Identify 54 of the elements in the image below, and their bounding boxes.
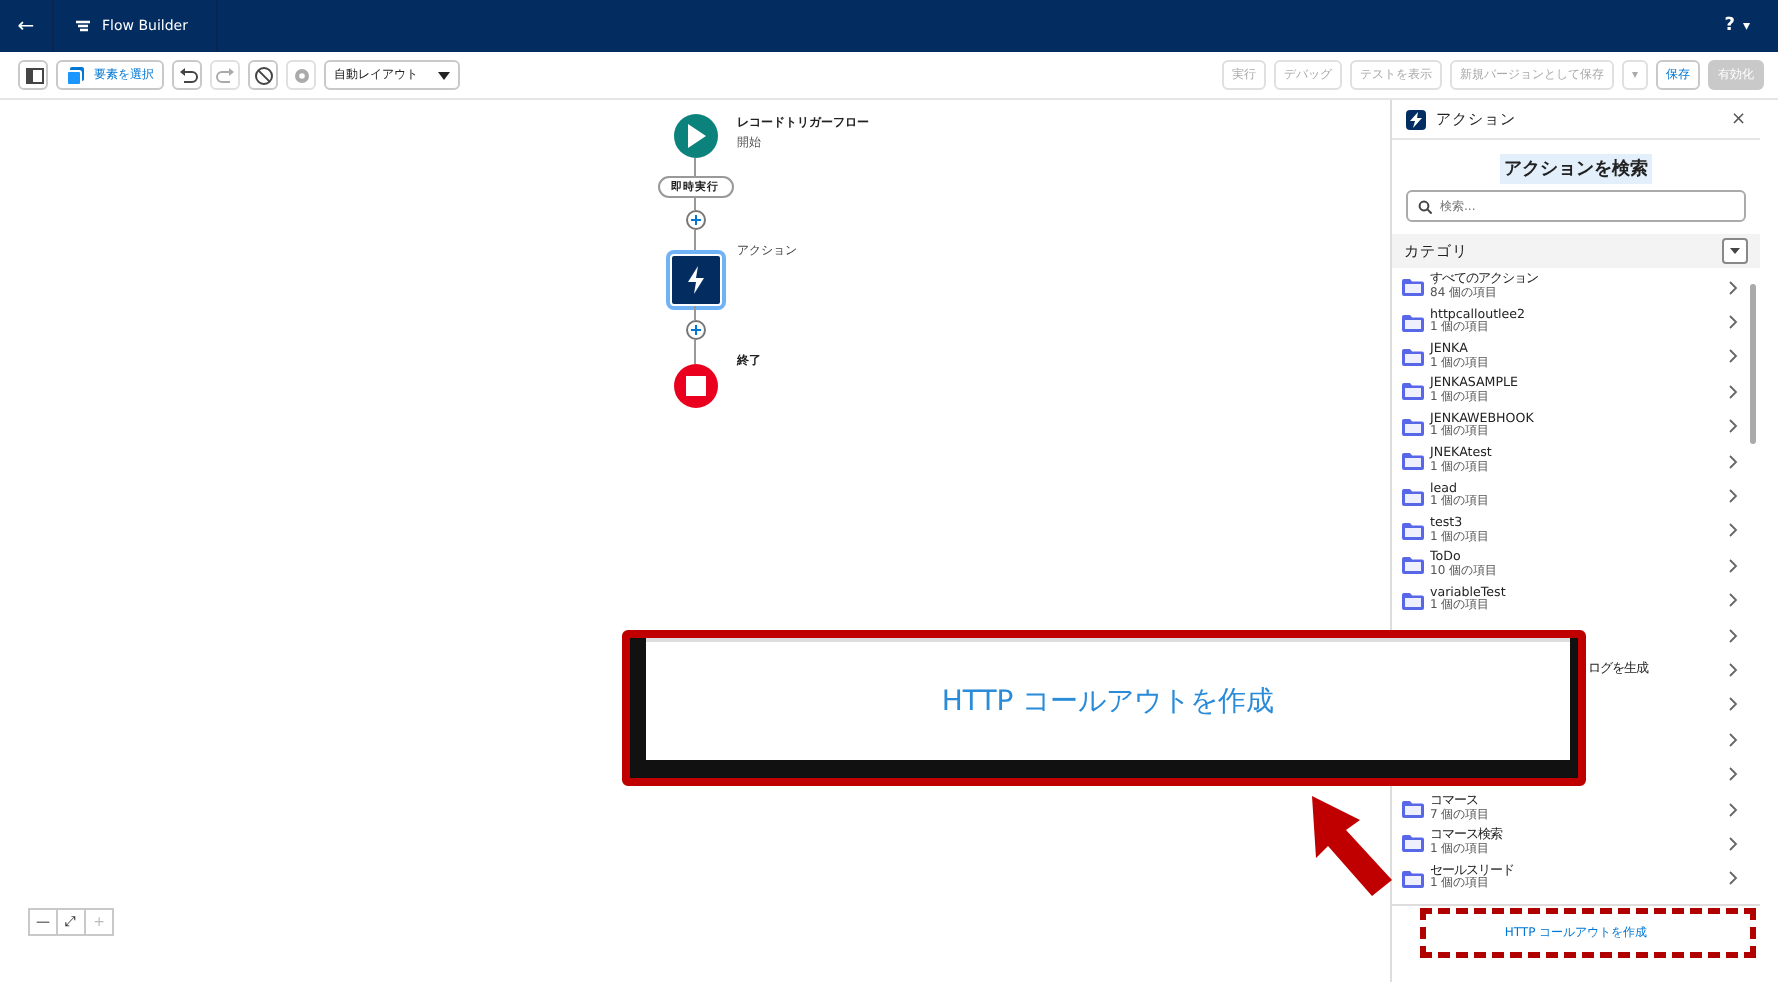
chevron-icon bbox=[1728, 279, 1738, 296]
toolbar-button[interactable] bbox=[248, 60, 278, 90]
toolbar-button[interactable] bbox=[172, 60, 202, 90]
flow-icon bbox=[74, 18, 92, 34]
folder-icon bbox=[1402, 834, 1424, 853]
redo-icon bbox=[215, 65, 235, 85]
folder-icon bbox=[1402, 347, 1424, 366]
stop-icon bbox=[685, 376, 705, 396]
caret-icon bbox=[438, 71, 450, 79]
folder-icon bbox=[1402, 313, 1424, 332]
chevron-icon bbox=[1728, 557, 1738, 574]
panel-toggle-icon bbox=[23, 65, 43, 85]
folder-icon bbox=[1402, 452, 1424, 471]
folder-icon bbox=[1402, 487, 1424, 506]
chevron-icon bbox=[1728, 592, 1738, 609]
chevron-icon bbox=[1728, 731, 1738, 748]
category-dropdown-button[interactable] bbox=[1722, 238, 1748, 264]
folder-icon bbox=[1402, 382, 1424, 401]
chevron-icon bbox=[1728, 418, 1738, 435]
add-element-button[interactable] bbox=[685, 210, 705, 230]
folder-icon bbox=[1402, 417, 1424, 436]
chevron-icon bbox=[1728, 870, 1738, 887]
prohibited-icon bbox=[253, 65, 273, 85]
folder-icon bbox=[1402, 800, 1424, 819]
search-heading: アクションを検索 bbox=[1500, 154, 1652, 184]
folder-icon bbox=[1402, 521, 1424, 540]
undo-icon bbox=[177, 65, 197, 85]
caret-icon bbox=[1730, 248, 1740, 254]
stacked-squares-icon bbox=[66, 65, 86, 85]
folder-icon bbox=[1402, 556, 1424, 575]
lightning-icon bbox=[1406, 109, 1426, 129]
callout-text: HTTP コールアウトを作成 bbox=[941, 683, 1275, 719]
search-icon bbox=[1418, 199, 1432, 213]
chevron-icon bbox=[1728, 696, 1738, 713]
close-button[interactable]: × bbox=[1730, 109, 1746, 129]
chevron-icon bbox=[1728, 766, 1738, 783]
help-button[interactable]: ? bbox=[1724, 16, 1735, 36]
back-button[interactable]: ← bbox=[0, 15, 52, 37]
plus-icon bbox=[687, 212, 703, 228]
start-node[interactable] bbox=[673, 114, 717, 158]
scrollbar-thumb[interactable] bbox=[1750, 284, 1756, 444]
chevron-icon bbox=[1728, 383, 1738, 400]
toolbar-button[interactable] bbox=[18, 60, 48, 90]
pointer-arrow bbox=[1312, 796, 1392, 896]
end-node[interactable] bbox=[673, 364, 717, 408]
folder-icon bbox=[1402, 591, 1424, 610]
action-node[interactable] bbox=[669, 254, 721, 306]
chevron-icon bbox=[1728, 453, 1738, 470]
folder-icon bbox=[1402, 278, 1424, 297]
add-element-button[interactable] bbox=[685, 320, 705, 340]
folder-icon bbox=[1402, 869, 1424, 888]
lightning-icon bbox=[685, 266, 705, 294]
plus-icon bbox=[687, 322, 703, 338]
play-icon bbox=[685, 124, 705, 148]
